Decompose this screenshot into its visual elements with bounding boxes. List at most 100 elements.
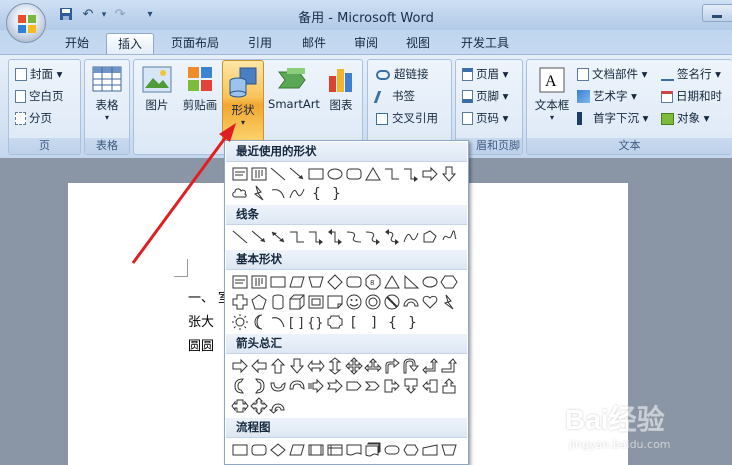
flowchart-terminator-icon[interactable] — [383, 441, 401, 459]
textbox-basic-icon[interactable] — [231, 273, 249, 291]
right-block-arrow-icon[interactable] — [231, 357, 249, 375]
pentagon-arrow-icon[interactable] — [345, 377, 363, 395]
tab-page-layout[interactable]: 页面布局 — [164, 33, 226, 54]
oval-shape-icon[interactable] — [326, 165, 344, 183]
flowchart-preparation-icon[interactable] — [402, 441, 420, 459]
bevel-icon[interactable] — [307, 293, 325, 311]
elbow-double-arrow-icon[interactable] — [326, 228, 344, 246]
down-arrow-shape-icon[interactable] — [440, 165, 458, 183]
cube-icon[interactable] — [288, 293, 306, 311]
textbox-button[interactable]: A 文本框 ▾ — [531, 66, 573, 122]
curved-down-arrow-icon[interactable] — [288, 377, 306, 395]
trapezoid-icon[interactable] — [307, 273, 325, 291]
left-right-arrow-callout-icon[interactable] — [231, 397, 249, 415]
curved-double-arrow-icon[interactable] — [383, 228, 401, 246]
quick-parts-button[interactable]: 文档部件 ▾ — [577, 66, 647, 82]
double-bracket-icon[interactable]: [ ] — [288, 313, 306, 331]
picture-button[interactable]: 图片 — [140, 66, 174, 113]
parallelogram-icon[interactable] — [288, 273, 306, 291]
curved-left-arrow-icon[interactable] — [250, 377, 268, 395]
rectangle-shape-icon[interactable] — [307, 165, 325, 183]
right-bracket-icon[interactable]: ] — [364, 313, 382, 331]
cross-icon[interactable] — [231, 293, 249, 311]
hyperlink-button[interactable]: 超链接 — [376, 66, 429, 82]
smartart-button[interactable]: SmartArt — [268, 66, 320, 111]
cover-page-button[interactable]: 封面 ▾ — [15, 66, 62, 82]
quad-arrow-icon[interactable] — [345, 357, 363, 375]
vertical-textbox-basic-icon[interactable] — [250, 273, 268, 291]
tab-review[interactable]: 审阅 — [344, 33, 388, 54]
flowchart-alternate-process-icon[interactable] — [250, 441, 268, 459]
bent-arrow-icon[interactable] — [383, 357, 401, 375]
minimize-button[interactable] — [692, 0, 732, 22]
curve-shape-icon[interactable] — [288, 184, 306, 202]
right-triangle-icon[interactable] — [402, 273, 420, 291]
curved-up-arrow-icon[interactable] — [269, 377, 287, 395]
freeform-icon[interactable] — [421, 228, 439, 246]
bookmark-button[interactable]: 书签 — [373, 88, 415, 104]
striped-right-arrow-icon[interactable] — [307, 377, 325, 395]
right-arrow-shape-icon[interactable] — [421, 165, 439, 183]
line-icon[interactable] — [231, 228, 249, 246]
oval-icon[interactable] — [421, 273, 439, 291]
elbow-connector-shape-icon[interactable] — [383, 165, 401, 183]
circular-arrow-icon[interactable] — [268, 397, 287, 415]
elbow-connector-icon[interactable] — [288, 228, 306, 246]
right-brace-icon[interactable]: } — [402, 313, 420, 331]
crossref-button[interactable]: 交叉引用 — [376, 110, 438, 126]
sun-icon[interactable] — [231, 313, 249, 331]
bent-up-arrow-icon[interactable] — [440, 357, 458, 375]
double-arrow-icon[interactable] — [269, 228, 287, 246]
left-right-arrow-icon[interactable] — [307, 357, 325, 375]
rounded-rectangle-shape-icon[interactable] — [345, 165, 363, 183]
arc-shape-icon[interactable] — [269, 184, 287, 202]
flowchart-process-icon[interactable] — [231, 441, 249, 459]
arrow-line-shape-icon[interactable] — [288, 165, 306, 183]
quad-arrow-callout-icon[interactable] — [250, 397, 268, 415]
left-right-up-arrow-icon[interactable] — [364, 357, 382, 375]
arrow-icon[interactable] — [250, 228, 268, 246]
notched-right-arrow-icon[interactable] — [326, 377, 344, 395]
right-arrow-callout-icon[interactable] — [383, 377, 401, 395]
pentagon-icon[interactable] — [250, 293, 268, 311]
smiley-icon[interactable] — [345, 293, 363, 311]
page-number-button[interactable]: 页码 ▾ — [462, 110, 508, 126]
scribble-icon[interactable] — [440, 228, 458, 246]
flowchart-internal-storage-icon[interactable] — [326, 441, 344, 459]
rounded-rect-icon[interactable] — [345, 273, 363, 291]
up-block-arrow-icon[interactable] — [269, 357, 287, 375]
heart-icon[interactable] — [421, 293, 439, 311]
up-arrow-callout-icon[interactable] — [440, 377, 458, 395]
flowchart-predefined-process-icon[interactable] — [307, 441, 325, 459]
flowchart-document-icon[interactable] — [345, 441, 363, 459]
chart-button[interactable]: 图表 — [324, 66, 358, 113]
wordart-button[interactable]: 艺术字 ▾ — [577, 88, 637, 104]
curved-right-arrow-icon[interactable] — [231, 377, 249, 395]
signature-line-button[interactable]: 签名行 ▾ — [661, 66, 721, 82]
diamond-icon[interactable] — [326, 273, 344, 291]
tab-insert[interactable]: 插入 — [106, 33, 154, 54]
shapes-button[interactable]: 形状 ▾ — [222, 60, 264, 142]
elbow-arrow-connector-shape-icon[interactable] — [402, 165, 420, 183]
flowchart-decision-icon[interactable] — [269, 441, 287, 459]
donut-icon[interactable] — [364, 293, 382, 311]
vertical-textbox-shape-icon[interactable] — [250, 165, 268, 183]
up-down-arrow-icon[interactable] — [326, 357, 344, 375]
left-bracket-icon[interactable]: [ — [345, 313, 363, 331]
left-arrow-callout-icon[interactable] — [421, 377, 439, 395]
double-brace-icon[interactable]: {} — [307, 313, 325, 331]
block-arc-icon[interactable] — [402, 293, 420, 311]
clipart-button[interactable]: 剪贴画 — [180, 66, 220, 113]
hexagon-icon[interactable] — [440, 273, 458, 291]
chevron-arrow-icon[interactable] — [364, 377, 382, 395]
octagon-icon[interactable]: 8 — [364, 273, 382, 291]
freeform-curve-icon[interactable] — [402, 228, 420, 246]
line-shape-icon[interactable] — [269, 165, 287, 183]
office-button[interactable] — [6, 3, 46, 43]
tab-references[interactable]: 引用 — [238, 33, 282, 54]
flowchart-manual-input-icon[interactable] — [421, 441, 439, 459]
elbow-arrow-icon[interactable] — [307, 228, 325, 246]
u-turn-arrow-icon[interactable] — [402, 357, 420, 375]
textbox-shape-icon[interactable] — [231, 165, 249, 183]
isosceles-triangle-icon[interactable] — [383, 273, 401, 291]
